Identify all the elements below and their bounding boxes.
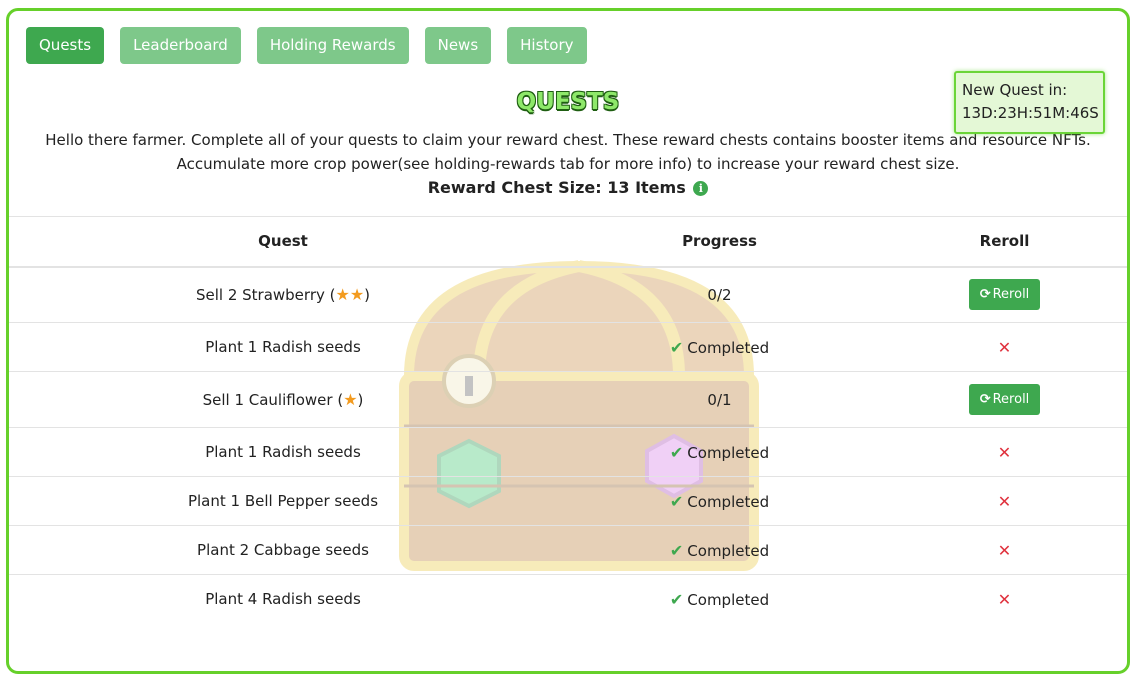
reward-chest-size: Reward Chest Size: 13 Items i — [9, 178, 1127, 197]
intro-line-1: Hello there farmer. Complete all of your… — [45, 131, 1091, 149]
timer-value: 13D:23H:51M:46S — [962, 104, 1099, 122]
table-row: Sell 1 Cauliflower (★) 0/1 ⟳ Reroll — [9, 371, 1127, 428]
progress-cell: ✔ Completed — [557, 575, 882, 624]
intro-line-2: Accumulate more crop power(see holding-r… — [176, 155, 960, 173]
quests-panel: Quests Leaderboard Holding Rewards News … — [6, 8, 1130, 674]
tab-leaderboard[interactable]: Leaderboard — [120, 27, 241, 64]
reroll-button-label: Reroll — [992, 287, 1030, 303]
tab-quests[interactable]: Quests — [26, 27, 105, 64]
column-header-reroll: Reroll — [882, 216, 1127, 268]
progress-cell: ✔ Completed — [557, 427, 882, 477]
column-header-progress: Progress — [557, 216, 882, 268]
quest-cell: Plant 1 Bell Pepper seeds — [9, 476, 557, 526]
table-row: Plant 1 Bell Pepper seeds ✔ Completed ✕ — [9, 476, 1127, 526]
check-icon: ✔ — [669, 540, 684, 560]
quests-table: Quest Progress Reroll Sell 2 Strawberry … — [9, 216, 1127, 624]
progress-cell: 0/1 — [557, 371, 882, 428]
progress-text: Completed — [687, 541, 770, 560]
progress-cell: ✔ Completed — [557, 476, 882, 526]
tab-history[interactable]: History — [507, 27, 587, 64]
quest-text-end: ) — [357, 391, 364, 409]
quest-cell: Sell 2 Strawberry (★★) — [9, 266, 557, 323]
close-icon: ✕ — [997, 491, 1012, 511]
info-icon[interactable]: i — [693, 181, 709, 196]
table-row: Plant 1 Radish seeds ✔ Completed ✕ — [9, 427, 1127, 477]
tab-bar: Quests Leaderboard Holding Rewards News … — [26, 27, 587, 64]
refresh-icon: ⟳ — [979, 392, 991, 407]
star-icon: ★ — [343, 390, 358, 409]
check-icon: ✔ — [669, 589, 684, 609]
quest-text: Sell 2 Strawberry ( — [195, 286, 336, 305]
reroll-cell: ⟳ Reroll — [882, 266, 1127, 323]
column-header-quest: Quest — [9, 216, 557, 268]
reroll-cell: ✕ — [882, 476, 1127, 526]
quest-text-end: ) — [364, 286, 371, 305]
table-row: Plant 1 Radish seeds ✔ Completed ✕ — [9, 322, 1127, 372]
reroll-button[interactable]: ⟳ Reroll — [969, 384, 1040, 415]
timer-label: New Quest in: — [962, 81, 1068, 99]
check-icon: ✔ — [669, 491, 684, 511]
tab-news[interactable]: News — [424, 27, 492, 64]
progress-cell: ✔ Completed — [557, 322, 882, 372]
new-quest-timer: New Quest in: 13D:23H:51M:46S — [954, 71, 1105, 134]
refresh-icon: ⟳ — [979, 287, 991, 303]
star-icon: ★★ — [335, 285, 365, 305]
close-icon: ✕ — [997, 337, 1012, 357]
progress-cell: 0/2 — [557, 266, 882, 323]
reroll-cell: ✕ — [882, 525, 1127, 575]
reroll-cell: ✕ — [882, 322, 1127, 372]
quest-cell: Sell 1 Cauliflower (★) — [9, 371, 557, 428]
tab-holding-rewards[interactable]: Holding Rewards — [256, 27, 409, 64]
quest-text: Sell 1 Cauliflower ( — [202, 391, 344, 409]
intro-text: Hello there farmer. Complete all of your… — [19, 128, 1117, 176]
table-row: Plant 4 Radish seeds ✔ Completed ✕ — [9, 575, 1127, 624]
progress-text: Completed — [687, 338, 770, 357]
reroll-cell: ⟳ Reroll — [882, 371, 1127, 428]
reroll-button[interactable]: ⟳ Reroll — [969, 279, 1040, 311]
close-icon: ✕ — [997, 589, 1012, 609]
check-icon: ✔ — [669, 442, 684, 462]
table-row: Plant 2 Cabbage seeds ✔ Completed ✕ — [9, 525, 1127, 575]
quest-cell: Plant 2 Cabbage seeds — [9, 525, 557, 575]
close-icon: ✕ — [997, 442, 1012, 462]
reward-chest-size-text: Reward Chest Size: 13 Items — [427, 178, 686, 197]
table-row: Sell 2 Strawberry (★★) 0/2 ⟳ Reroll — [9, 266, 1127, 323]
quest-cell: Plant 1 Radish seeds — [9, 427, 557, 477]
reroll-button-label: Reroll — [992, 392, 1030, 407]
reroll-cell: ✕ — [882, 575, 1127, 624]
progress-text: Completed — [687, 492, 770, 511]
progress-cell: ✔ Completed — [557, 525, 882, 575]
reroll-cell: ✕ — [882, 427, 1127, 477]
quest-cell: Plant 1 Radish seeds — [9, 322, 557, 372]
check-icon: ✔ — [669, 337, 684, 357]
close-icon: ✕ — [997, 540, 1012, 560]
progress-text: Completed — [687, 443, 770, 462]
quest-cell: Plant 4 Radish seeds — [205, 590, 361, 609]
progress-text: Completed — [687, 590, 770, 609]
